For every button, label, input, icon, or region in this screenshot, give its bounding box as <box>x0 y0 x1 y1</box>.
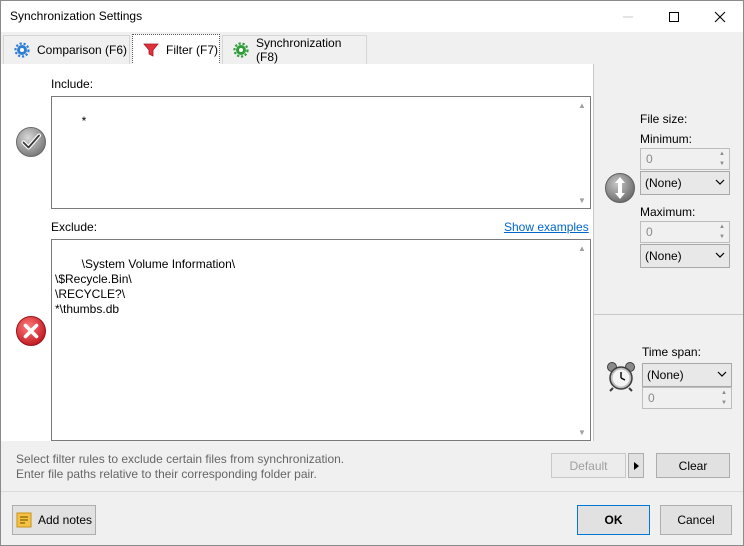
close-button[interactable] <box>697 1 743 32</box>
maximum-unit-value: (None) <box>645 249 682 263</box>
tab-bar: Comparison (F6) Filter (F7) Synchronizat… <box>1 32 743 65</box>
time-span-value: 0 <box>648 391 655 405</box>
scroll-up-icon[interactable]: ▲ <box>574 240 590 256</box>
time-span-unit-value: (None) <box>647 368 684 382</box>
tab-filter[interactable]: Filter (F7) <box>132 34 220 65</box>
time-span-select[interactable]: (None) <box>642 363 732 387</box>
chevron-down-icon <box>715 252 725 258</box>
settings-window: Synchronization Settings Comparison (F6)… <box>0 0 744 546</box>
add-notes-label: Add notes <box>37 513 93 527</box>
spin-down-icon[interactable]: ▼ <box>717 398 731 408</box>
include-label: Include: <box>51 77 94 91</box>
exclude-scrollbar[interactable]: ▲ ▼ <box>574 240 590 440</box>
include-text: * <box>81 114 87 128</box>
maximize-button[interactable] <box>651 1 697 32</box>
dialog-footer: Add notes OK Cancel <box>1 491 743 545</box>
scroll-up-icon[interactable]: ▲ <box>574 97 590 113</box>
maximum-unit-select[interactable]: (None) <box>640 244 730 268</box>
clear-button[interactable]: Clear <box>656 453 730 478</box>
minimum-size-value: 0 <box>646 152 653 166</box>
default-options-button[interactable] <box>628 453 644 478</box>
time-span-spinner[interactable]: 0 ▲ ▼ <box>642 387 732 409</box>
filter-rules-pane: Include: * ▲ ▼ Exclude: Show examples \S… <box>1 64 593 441</box>
file-size-label: File size: <box>640 112 688 126</box>
spin-up-icon[interactable]: ▲ <box>715 222 729 232</box>
maximum-size-value: 0 <box>646 225 653 239</box>
spin-down-icon[interactable]: ▼ <box>715 232 729 242</box>
show-examples-link[interactable]: Show examples <box>504 220 589 234</box>
cancel-button[interactable]: Cancel <box>660 505 732 535</box>
x-icon <box>15 315 47 347</box>
tab-filter-label: Filter (F7) <box>166 42 218 57</box>
notes-icon <box>16 512 32 528</box>
chevron-down-icon <box>715 179 725 185</box>
maximum-label: Maximum: <box>640 205 696 219</box>
checkmark-icon <box>15 126 47 158</box>
tab-comparison[interactable]: Comparison (F6) <box>3 35 130 64</box>
size-arrows-icon <box>604 172 636 204</box>
tab-synchronization-label: Synchronization (F8) <box>256 36 342 64</box>
maximize-icon <box>669 11 679 22</box>
minimize-button[interactable] <box>605 1 651 32</box>
minimum-label: Minimum: <box>640 132 693 146</box>
scroll-down-icon[interactable]: ▼ <box>574 192 590 208</box>
alarm-clock-icon <box>605 360 637 392</box>
size-time-pane: File size: Minimum: 0 ▲ ▼ (None) Maximum:… <box>593 64 743 441</box>
funnel-icon <box>143 42 159 58</box>
time-span-label: Time span: <box>642 345 701 359</box>
maximum-size-spinner[interactable]: 0 ▲ ▼ <box>640 221 730 243</box>
minimum-size-spinner[interactable]: 0 ▲ ▼ <box>640 148 730 170</box>
exclude-textarea[interactable]: \System Volume Information\ \$Recycle.Bi… <box>51 239 591 441</box>
section-divider <box>594 314 743 315</box>
minimum-unit-value: (None) <box>645 176 682 190</box>
chevron-down-icon <box>717 371 727 377</box>
minimum-unit-select[interactable]: (None) <box>640 171 730 195</box>
scroll-down-icon[interactable]: ▼ <box>574 424 590 440</box>
exclude-text: \System Volume Information\ \$Recycle.Bi… <box>55 257 236 316</box>
exclude-label: Exclude: <box>51 220 98 234</box>
minimize-icon <box>623 16 633 17</box>
ok-button[interactable]: OK <box>577 505 650 535</box>
gear-icon <box>233 42 249 58</box>
spin-down-icon[interactable]: ▼ <box>715 159 729 169</box>
gear-icon <box>14 42 30 58</box>
window-title: Synchronization Settings <box>10 9 143 23</box>
filter-panel: Include: * ▲ ▼ Exclude: Show examples \S… <box>1 64 743 491</box>
tab-comparison-label: Comparison (F6) <box>37 43 128 57</box>
spin-up-icon[interactable]: ▲ <box>715 149 729 159</box>
include-scrollbar[interactable]: ▲ ▼ <box>574 97 590 208</box>
hint-line-1: Select filter rules to exclude certain f… <box>16 452 345 466</box>
include-textarea[interactable]: * ▲ ▼ <box>51 96 591 209</box>
add-notes-button[interactable]: Add notes <box>12 505 96 535</box>
title-bar: Synchronization Settings <box>1 1 743 32</box>
close-icon <box>714 11 726 22</box>
tab-synchronization[interactable]: Synchronization (F8) <box>222 35 367 64</box>
chevron-right-icon <box>634 461 639 470</box>
spin-up-icon[interactable]: ▲ <box>717 388 731 398</box>
hint-line-2: Enter file paths relative to their corre… <box>16 467 317 481</box>
default-button[interactable]: Default <box>551 453 626 478</box>
